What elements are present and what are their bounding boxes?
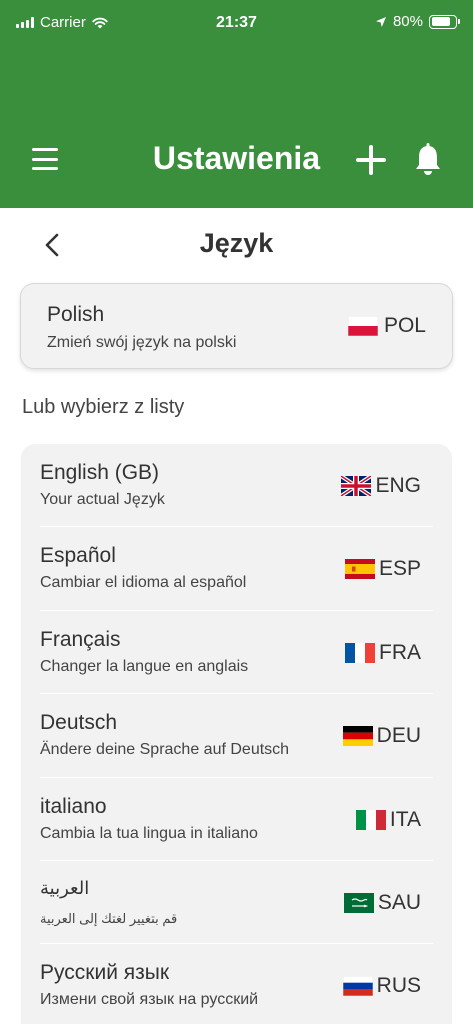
language-name: Русский язык <box>40 961 170 985</box>
language-code-wrap: SAU <box>343 890 421 915</box>
language-code: RUS <box>376 974 421 998</box>
language-name: English (GB) <box>40 461 160 484</box>
language-name: العربية <box>40 877 90 898</box>
language-code-wrap: DEU <box>342 724 421 748</box>
add-icon[interactable] <box>354 143 388 177</box>
language-item-deu[interactable]: Deutsch Ändere deine Sprache auf Deutsch… <box>40 694 433 778</box>
language-item-rus[interactable]: Русский язык Измени свой язык на русский… <box>40 944 433 1024</box>
current-language-card[interactable]: Polish Zmień swój język na polski POL <box>20 283 453 369</box>
current-language-code: POL <box>383 314 426 337</box>
language-code: FRA <box>379 640 421 664</box>
current-language-description: Zmień swój język na polski <box>47 334 237 351</box>
section-title: Język <box>199 228 274 258</box>
page-title: Ustawienia <box>152 140 321 176</box>
language-description: Cambiar el idioma al español <box>40 574 247 592</box>
current-language-name: Polish <box>47 303 105 326</box>
language-code-wrap: ENG <box>341 474 421 498</box>
nav-bar: Ustawienia <box>0 128 473 192</box>
language-description: Ändere deine Sprache auf Deutsch <box>40 741 290 759</box>
language-item-fra[interactable]: Français Changer la langue en anglais FR… <box>40 611 433 695</box>
uk-flag-icon <box>341 476 372 496</box>
status-bar: Carrier 21:37 80% <box>0 0 473 44</box>
choose-from-list-label: Lub wybierz z listy <box>22 396 185 418</box>
location-arrow-icon <box>375 16 386 27</box>
language-name: Español <box>40 544 116 568</box>
language-name: italiano <box>40 794 107 818</box>
language-description: Your actual Język <box>40 491 165 508</box>
language-item-esp[interactable]: Español Cambiar el idioma al español ESP <box>40 527 433 611</box>
germany-flag-icon <box>342 726 373 747</box>
language-description: Changer la langue en anglais <box>40 657 249 675</box>
language-description: Cambia la tua lingua in italiano <box>40 824 258 842</box>
language-code: ESP <box>378 557 421 581</box>
language-code-wrap: ESP <box>344 557 421 581</box>
language-item-ita[interactable]: italiano Cambia la tua lingua in italian… <box>40 778 433 861</box>
france-flag-icon <box>345 642 375 663</box>
language-name: Deutsch <box>40 711 118 735</box>
status-bar-right: 80% <box>375 13 460 30</box>
language-list: English (GB) Your actual Język ENG Españ… <box>21 444 452 1024</box>
language-code-wrap: ITA <box>355 807 421 832</box>
language-code: ITA <box>389 807 421 831</box>
language-code-wrap: FRA <box>345 641 421 665</box>
language-code: DEU <box>376 724 421 748</box>
spain-flag-icon <box>344 559 375 580</box>
battery-percent: 80% <box>392 13 423 30</box>
app-header: Carrier 21:37 80% Ustawienia <box>0 0 473 208</box>
language-description: قم بتغيير لغتك إلى العربية <box>40 910 178 926</box>
saudi-arabia-flag-icon <box>343 892 374 913</box>
language-code-wrap: RUS <box>342 974 421 998</box>
language-item-eng[interactable]: English (GB) Your actual Język ENG <box>40 444 433 528</box>
italy-flag-icon <box>355 809 386 830</box>
language-item-sau[interactable]: العربية قم بتغيير لغتك إلى العربية SAU <box>40 861 433 945</box>
language-code: SAU <box>377 890 421 914</box>
russia-flag-icon <box>342 976 373 997</box>
language-description: Измени свой язык на русский <box>40 991 259 1009</box>
current-language-code-wrap: POL <box>347 314 426 338</box>
battery-icon <box>429 14 460 29</box>
language-code: ENG <box>375 474 421 497</box>
bell-icon[interactable] <box>414 142 442 178</box>
language-name: Français <box>40 627 121 651</box>
poland-flag-icon <box>347 316 378 336</box>
sub-header: Język <box>0 216 473 272</box>
